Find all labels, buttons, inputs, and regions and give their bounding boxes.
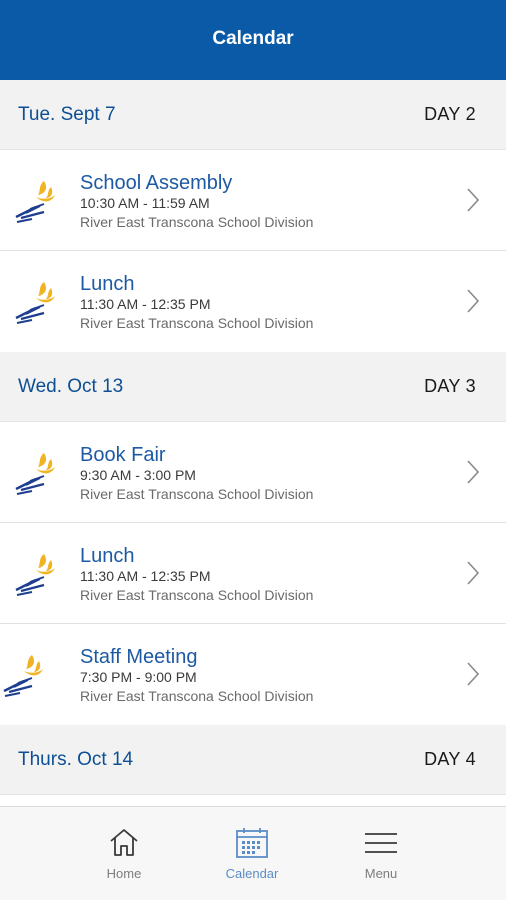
- event-title: Lunch: [80, 273, 135, 295]
- event-organization: River East Transcona School Division: [80, 315, 314, 331]
- event-organization: River East Transcona School Division: [80, 214, 314, 230]
- chevron-right-icon: [467, 289, 480, 313]
- event-time: 9:30 AM - 3:00 PM: [80, 467, 196, 483]
- chevron-right-icon: [467, 561, 480, 585]
- calendar-list[interactable]: Tue. Sept 7 DAY 2 School Assembly 10:30 …: [0, 80, 506, 806]
- event-row[interactable]: Book Fair 9:30 AM - 3:00 PM River East T…: [0, 422, 506, 523]
- event-time: 11:30 AM - 12:35 PM: [80, 568, 211, 584]
- day-header: Thurs. Oct 14 DAY 4: [0, 725, 506, 795]
- event-title: School Assembly: [80, 172, 233, 194]
- event-row[interactable]: Staff Meeting 7:30 PM - 9:00 PM River Ea…: [0, 624, 506, 725]
- event-row[interactable]: [0, 795, 506, 806]
- event-organization: River East Transcona School Division: [80, 688, 314, 704]
- school-logo-icon: [3, 655, 43, 697]
- chevron-right-icon: [467, 188, 480, 212]
- day-date: Tue. Sept 7: [18, 103, 116, 125]
- event-row[interactable]: School Assembly 10:30 AM - 11:59 AM Rive…: [0, 150, 506, 251]
- day-number: DAY 4: [424, 749, 476, 769]
- event-title: Staff Meeting: [80, 646, 198, 668]
- event-row[interactable]: Lunch 11:30 AM - 12:35 PM River East Tra…: [0, 523, 506, 624]
- calendar-icon: [236, 828, 268, 858]
- event-title: Lunch: [80, 545, 135, 567]
- tab-calendar[interactable]: Calendar: [187, 807, 317, 900]
- day-number: DAY 2: [424, 104, 476, 124]
- home-icon: [110, 829, 138, 856]
- day-header: Wed. Oct 13 DAY 3: [0, 352, 506, 422]
- page-title: Calendar: [212, 27, 294, 49]
- chevron-right-icon: [467, 662, 480, 686]
- day-date: Wed. Oct 13: [18, 375, 124, 397]
- event-time: 11:30 AM - 12:35 PM: [80, 296, 211, 312]
- day-number: DAY 3: [424, 376, 476, 396]
- app-header: Calendar: [0, 0, 506, 80]
- tab-label: Menu: [364, 866, 398, 881]
- tab-label: Calendar: [225, 866, 279, 881]
- menu-icon: [365, 833, 397, 853]
- event-organization: River East Transcona School Division: [80, 486, 314, 502]
- event-time: 10:30 AM - 11:59 AM: [80, 195, 210, 211]
- tab-menu[interactable]: Menu: [316, 807, 446, 900]
- day-header: Tue. Sept 7 DAY 2: [0, 80, 506, 150]
- tab-home[interactable]: Home: [59, 807, 189, 900]
- bottom-tab-bar: Home Calendar Menu: [0, 806, 506, 900]
- event-organization: River East Transcona School Division: [80, 587, 314, 603]
- event-row[interactable]: Lunch 11:30 AM - 12:35 PM River East Tra…: [0, 251, 506, 352]
- event-title: Book Fair: [80, 444, 166, 466]
- chevron-right-icon: [467, 460, 480, 484]
- event-time: 7:30 PM - 9:00 PM: [80, 669, 197, 685]
- school-logo-icon: [15, 181, 55, 223]
- school-logo-icon: [15, 282, 55, 324]
- school-logo-icon: [15, 554, 55, 596]
- day-date: Thurs. Oct 14: [18, 748, 134, 770]
- tab-label: Home: [106, 866, 142, 881]
- school-logo-icon: [15, 453, 55, 495]
